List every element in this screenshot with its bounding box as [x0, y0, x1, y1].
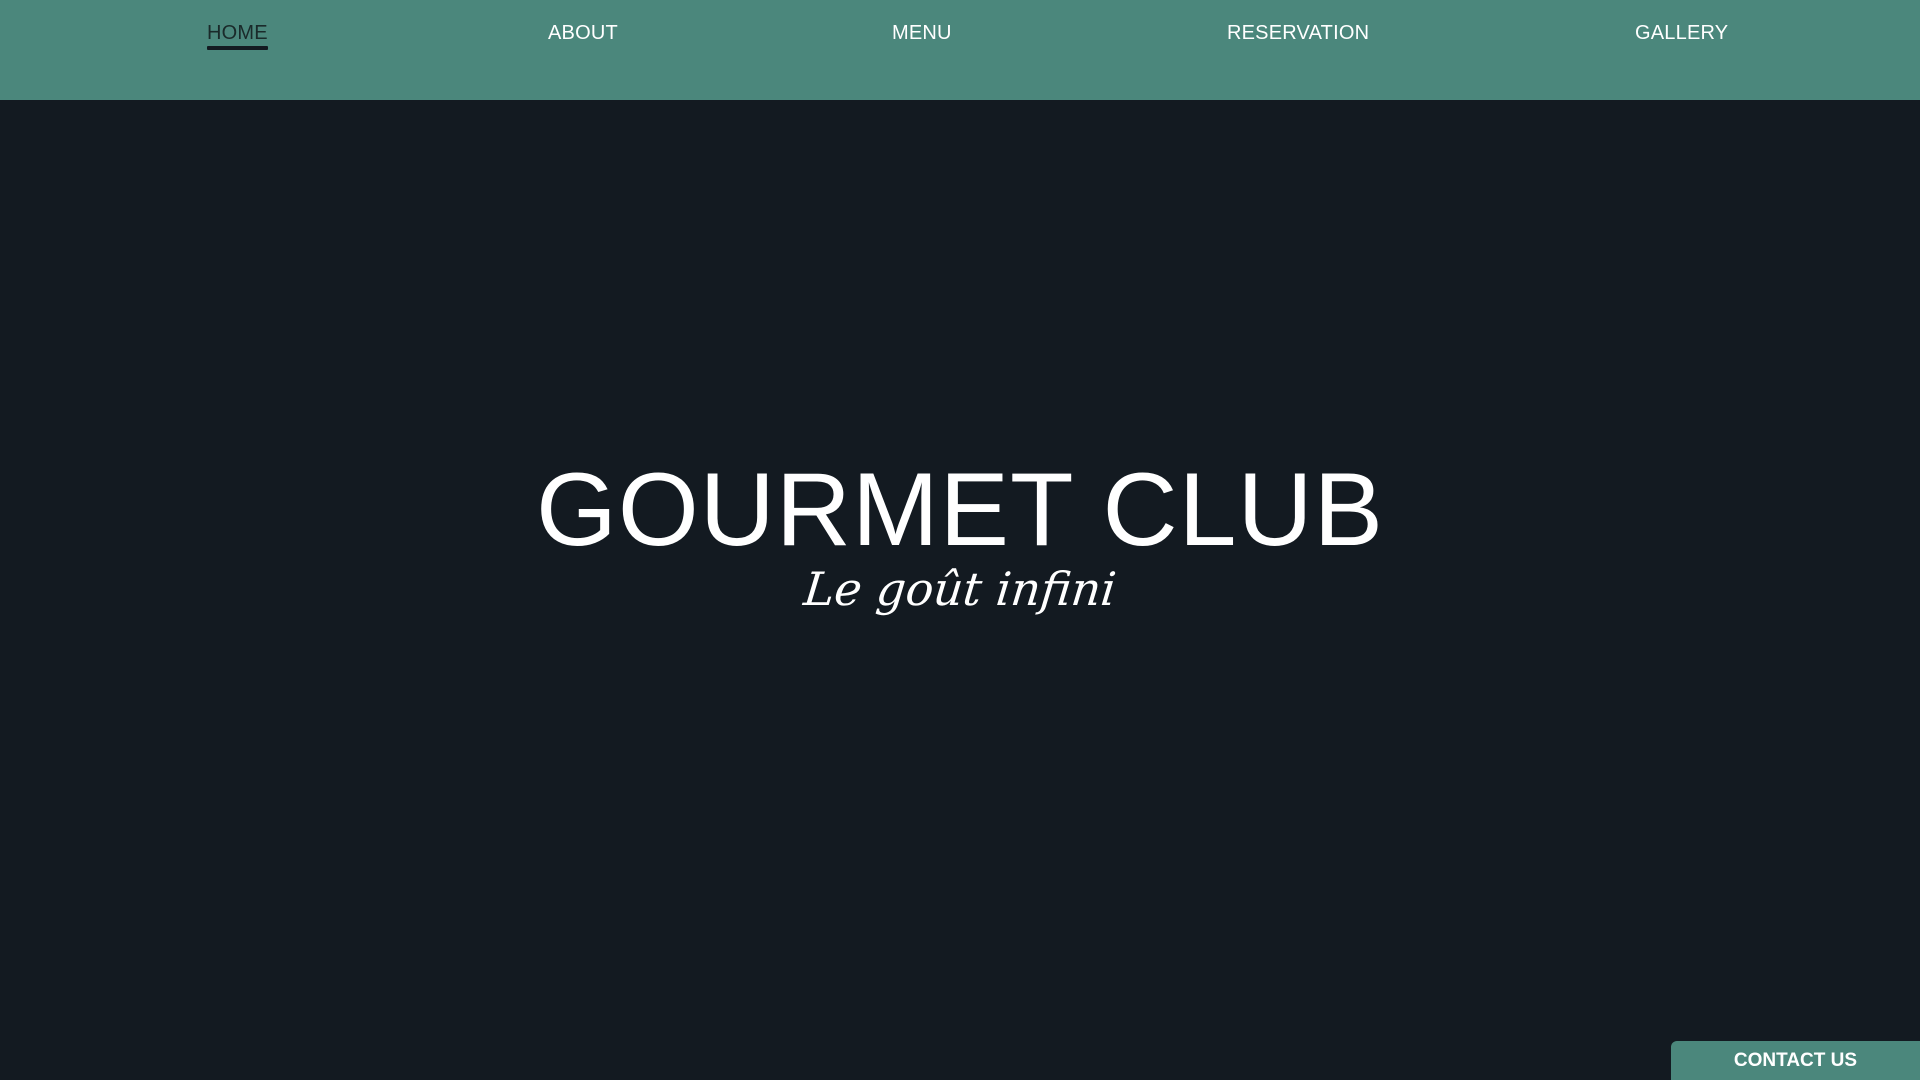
nav-item-label: RESERVATION [1227, 22, 1370, 44]
hero-tagline: Le goût infini [801, 562, 1119, 616]
nav-item-label: MENU [892, 22, 952, 44]
nav-item-reservation[interactable]: RESERVATION [1227, 22, 1369, 45]
nav-item-label: HOME [207, 22, 268, 44]
top-navigation-bar: HOME ABOUT MENU RESERVATION GALLERY [0, 0, 1920, 100]
nav-item-menu[interactable]: MENU [892, 22, 952, 45]
nav-item-label: ABOUT [548, 22, 618, 44]
nav-item-gallery[interactable]: GALLERY [1635, 22, 1728, 45]
contact-us-button[interactable]: CONTACT US [1671, 1041, 1920, 1080]
nav-item-label: GALLERY [1635, 22, 1729, 44]
hero-title: GOURMET CLUB [536, 452, 1384, 568]
active-nav-underline [207, 46, 268, 50]
hero-section: GOURMET CLUB Le goût infini [0, 100, 1920, 1080]
nav-item-home[interactable]: HOME [207, 22, 268, 50]
nav-item-about[interactable]: ABOUT [548, 22, 618, 45]
